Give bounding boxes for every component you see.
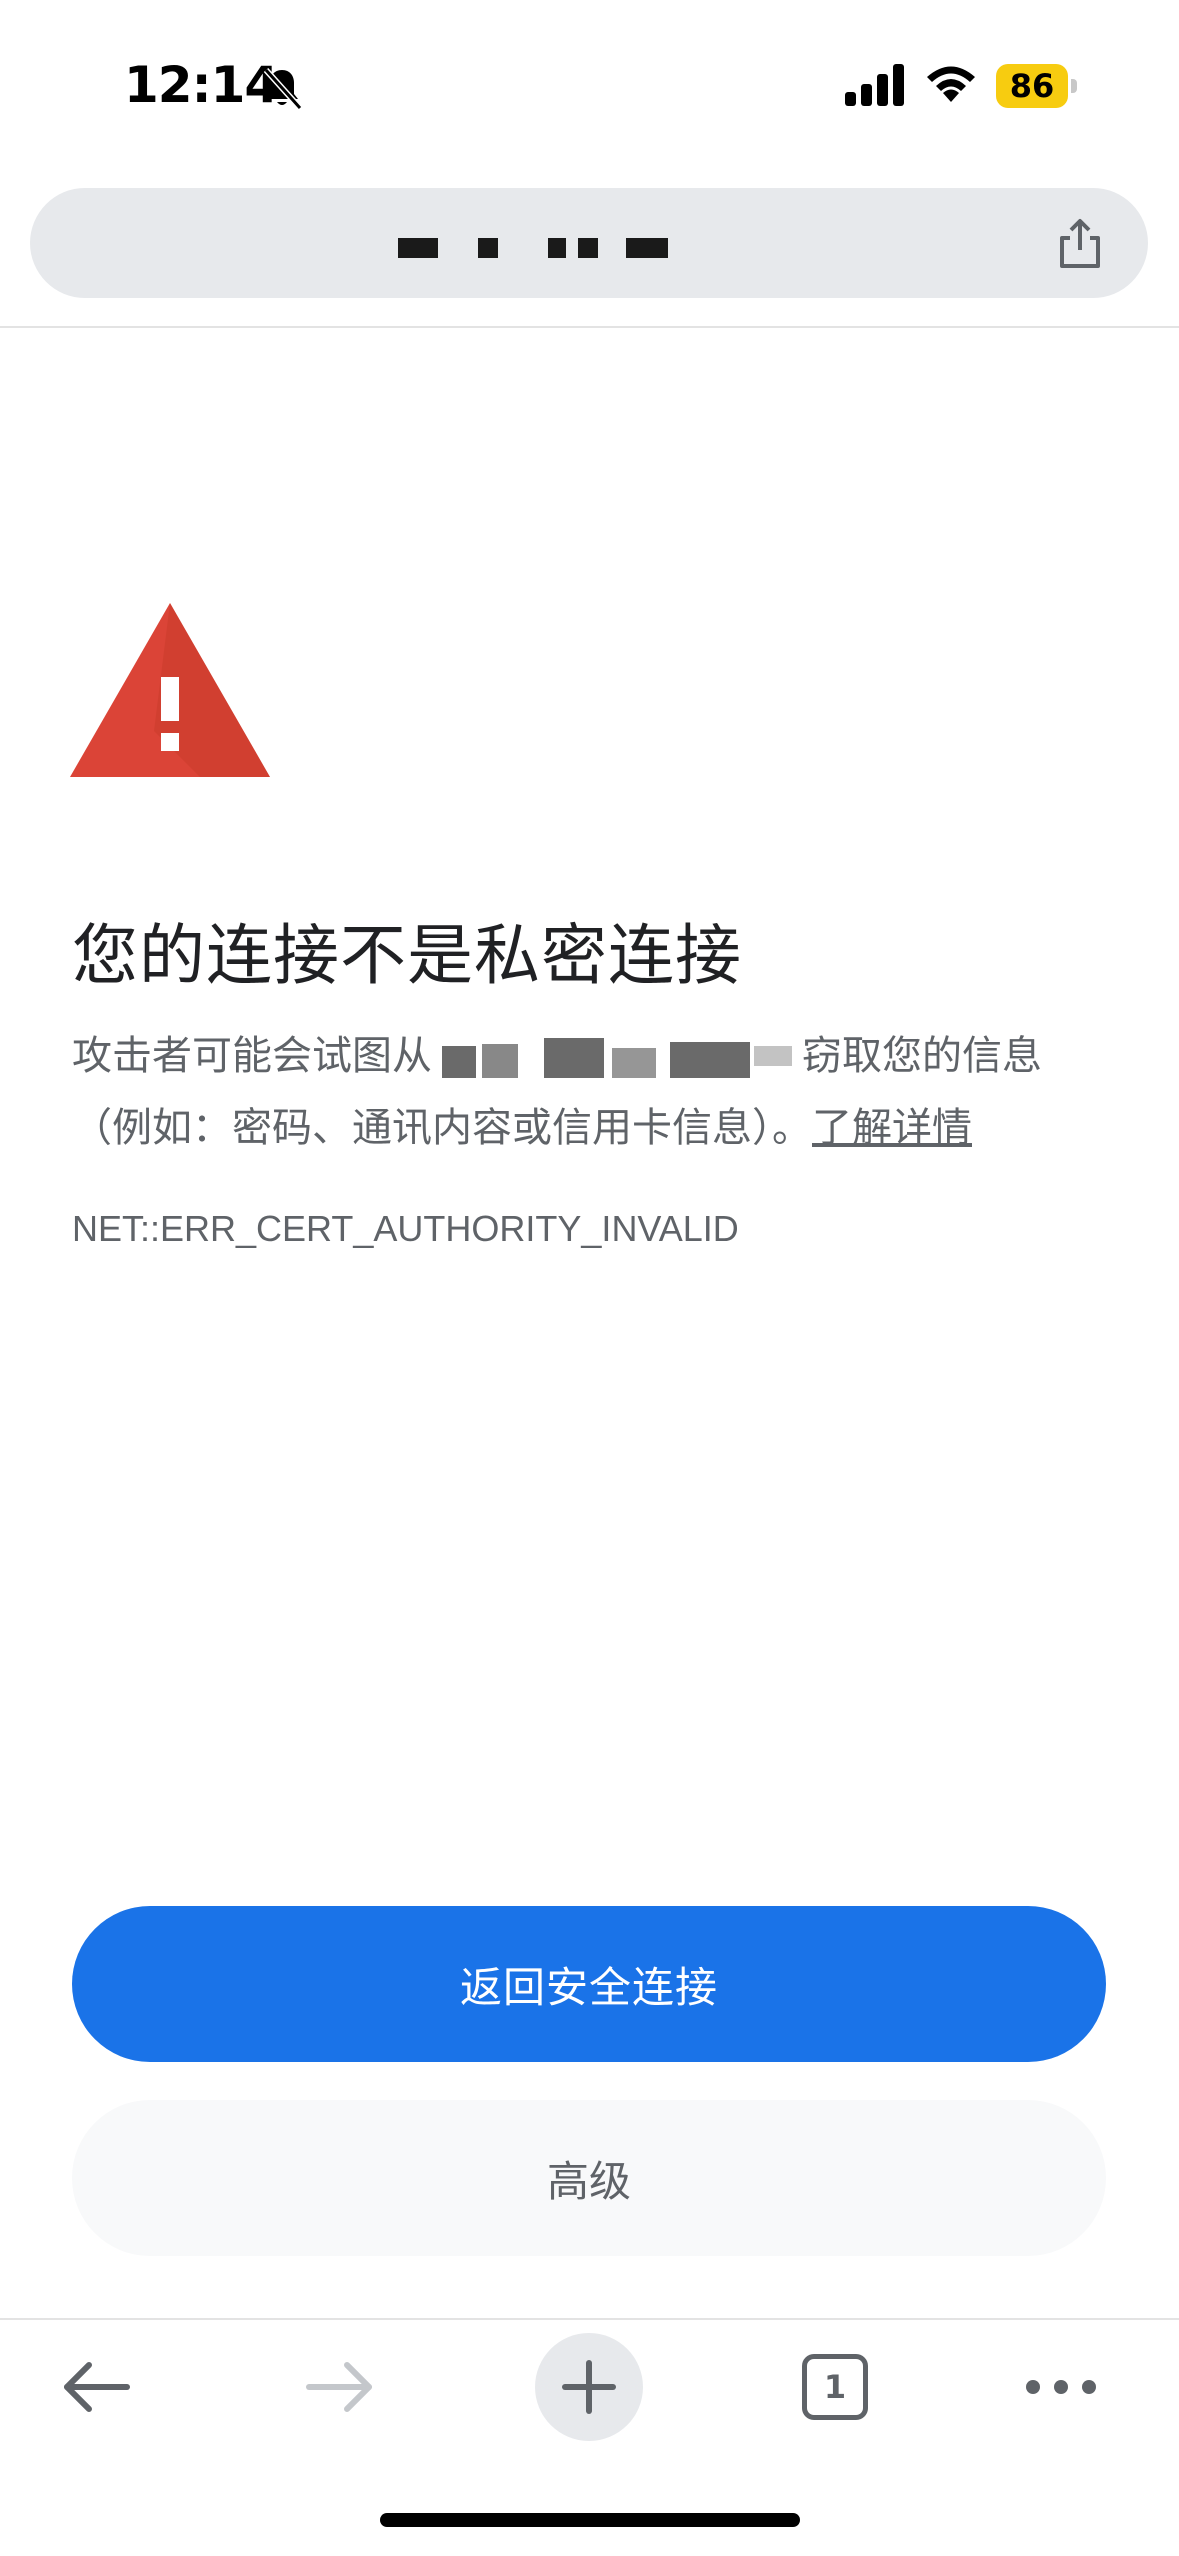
back-to-safety-button[interactable]: 返回安全连接 — [72, 1906, 1106, 2062]
description-prefix: 攻击者可能会试图从 — [72, 1033, 432, 1079]
more-button[interactable] — [1006, 2332, 1116, 2442]
forward-arrow-icon — [306, 2362, 372, 2412]
bell-slash-icon — [263, 67, 303, 111]
error-description: 攻击者可能会试图从 窃取您的信息（例如：密码、通讯内容或信用卡信息）。了解详情 — [72, 1020, 1112, 1164]
bottom-toolbar: 1 — [0, 2320, 1179, 2460]
url-text-redacted — [398, 238, 738, 258]
new-tab-button[interactable] — [534, 2332, 644, 2442]
more-icon — [1026, 2380, 1096, 2394]
battery-level: 86 — [996, 64, 1068, 108]
learn-more-link[interactable]: 了解详情 — [812, 1105, 972, 1151]
home-indicator[interactable] — [380, 2513, 800, 2527]
cellular-signal-icon — [845, 64, 904, 106]
error-code: NET::ERR_CERT_AUTHORITY_INVALID — [72, 1208, 739, 1249]
plus-icon — [562, 2360, 616, 2414]
wifi-icon — [927, 66, 975, 102]
forward-button[interactable] — [286, 2332, 396, 2442]
warning-triangle-icon — [70, 603, 270, 777]
page-title: 您的连接不是私密连接 — [72, 917, 742, 994]
back-arrow-icon — [64, 2362, 130, 2412]
redacted-domain — [432, 1038, 802, 1078]
status-time: 12:14 — [124, 56, 279, 114]
tab-switcher-button[interactable]: 1 — [780, 2332, 890, 2442]
advanced-button[interactable]: 高级 — [72, 2100, 1106, 2256]
back-button[interactable] — [40, 2332, 150, 2442]
battery-icon: 86 — [996, 64, 1078, 108]
status-bar: 12:14 86 — [0, 0, 1179, 175]
header-divider — [0, 326, 1179, 328]
tab-switcher-icon: 1 — [802, 2354, 868, 2420]
address-bar[interactable] — [30, 188, 1148, 298]
share-icon[interactable] — [1052, 216, 1108, 272]
